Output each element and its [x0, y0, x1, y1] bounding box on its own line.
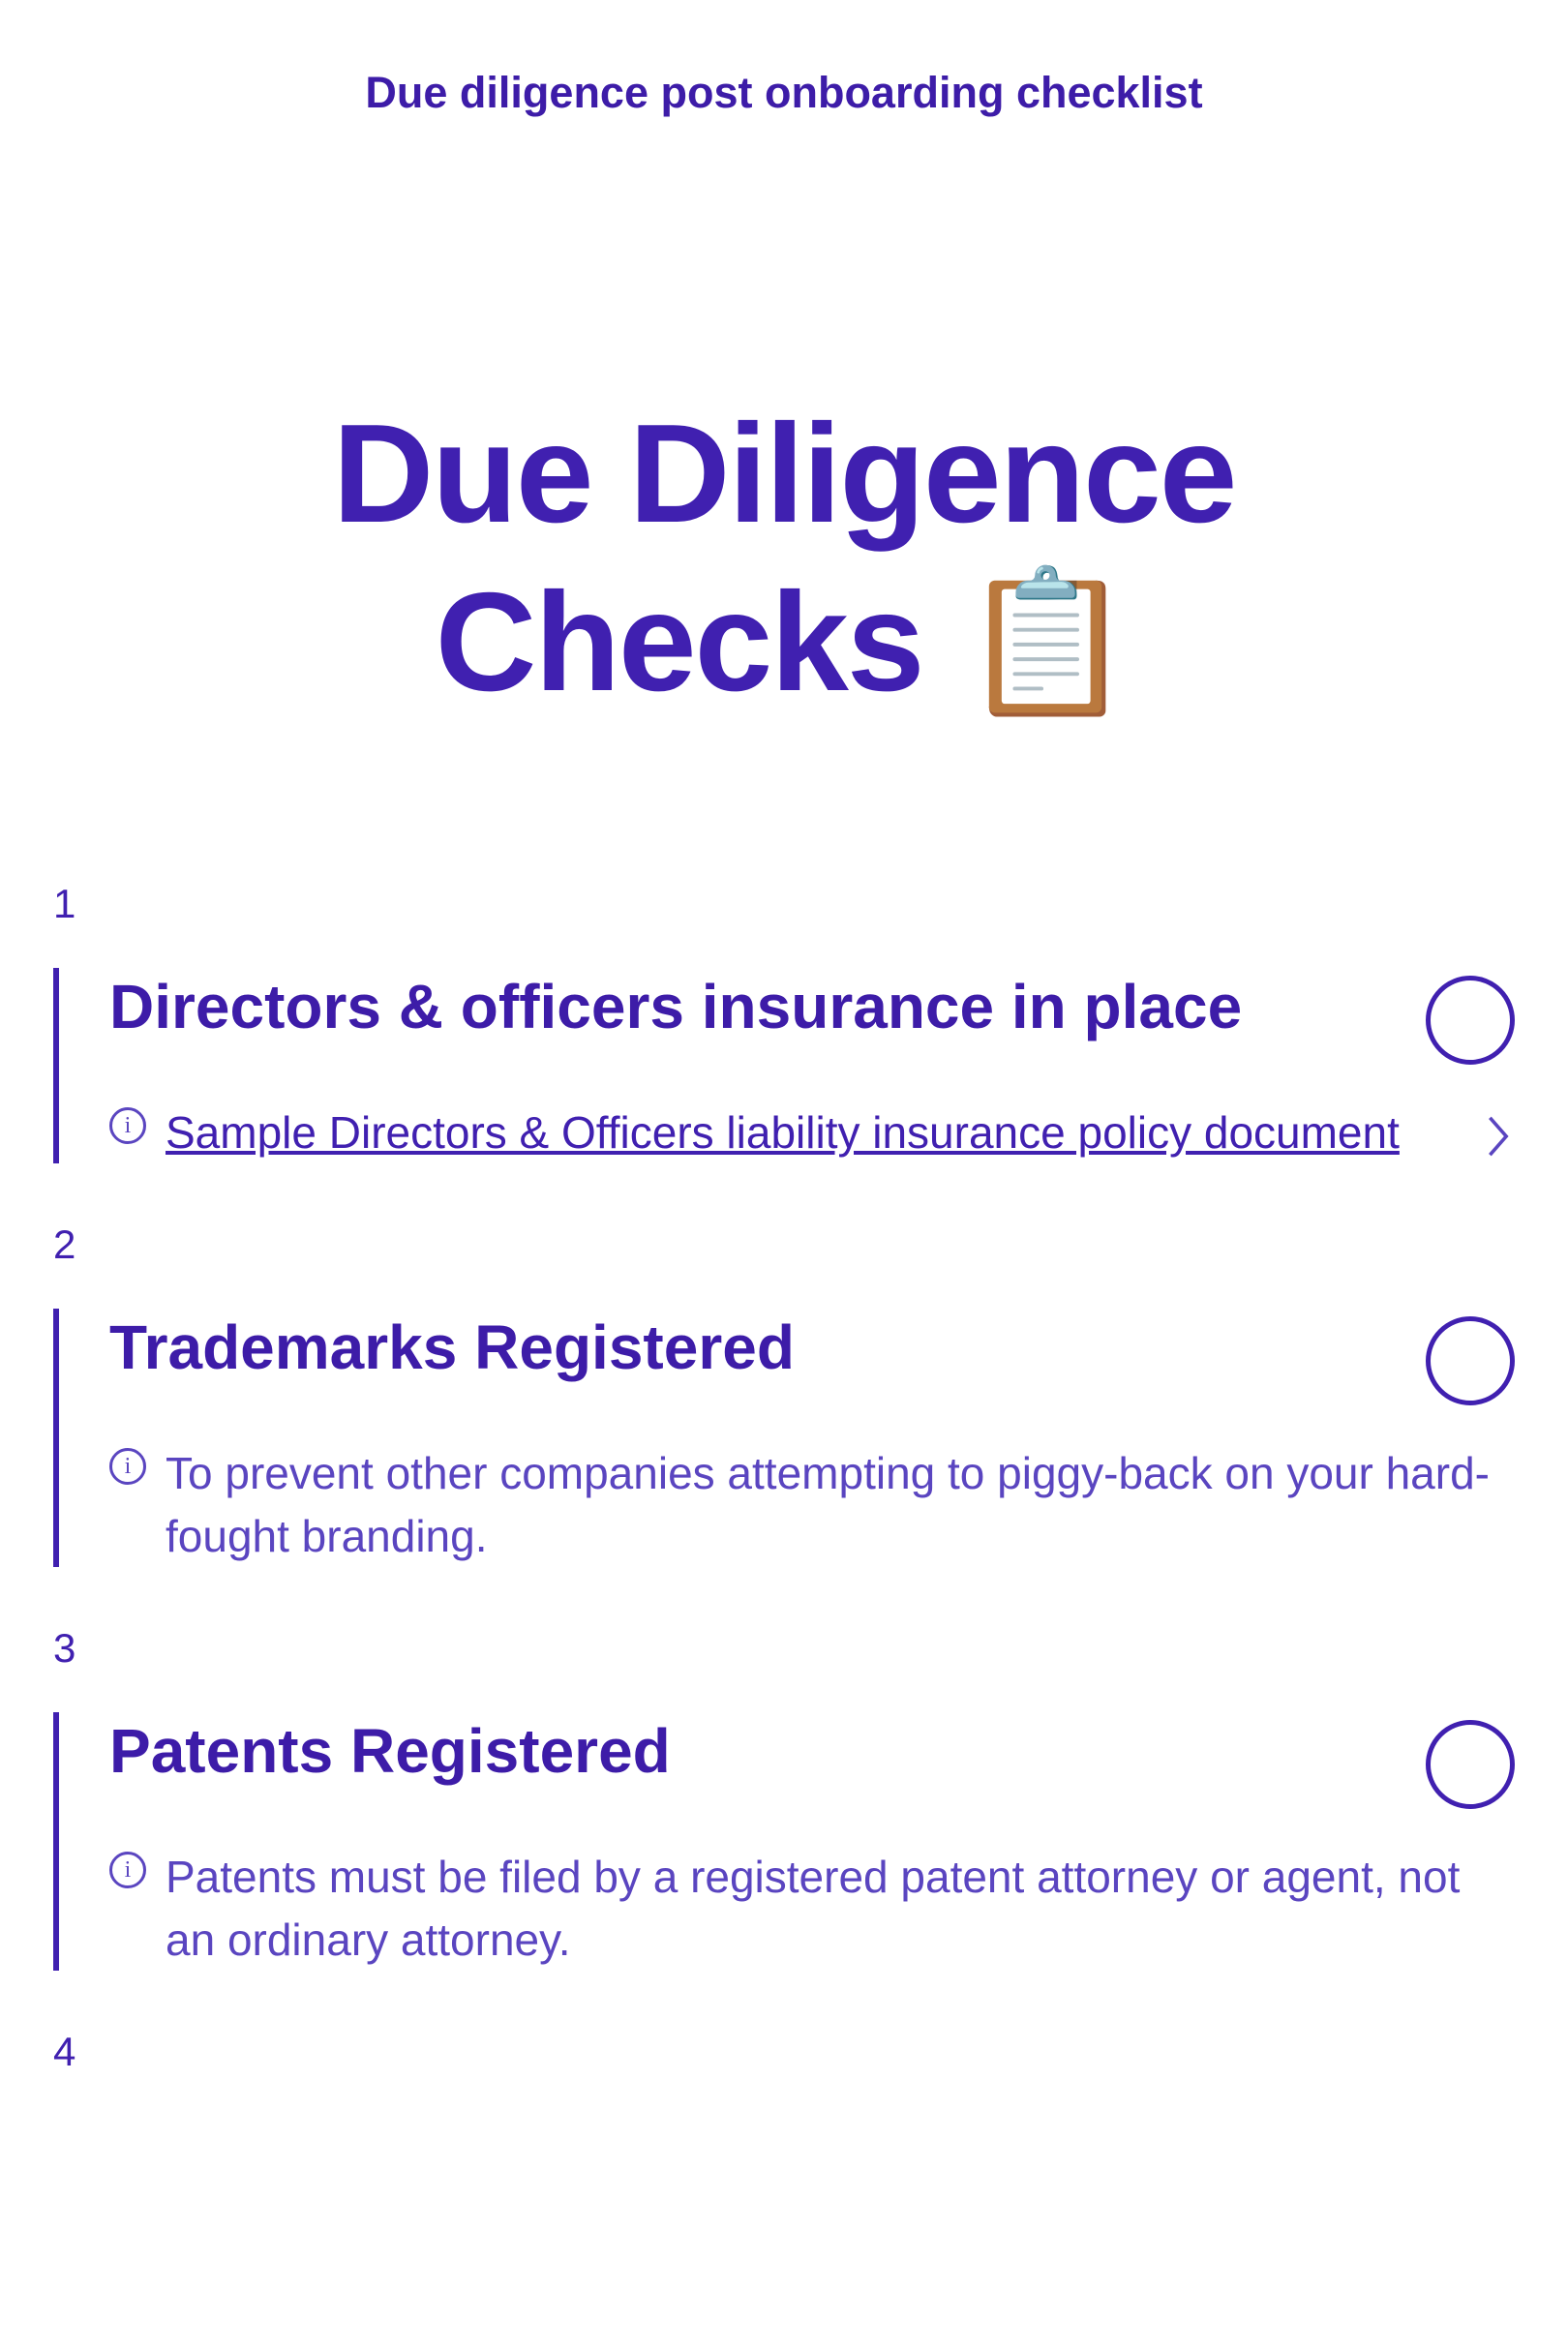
item-number: 1 — [53, 881, 1515, 927]
item-info-row: i Patents must be filed by a registered … — [109, 1846, 1515, 1971]
item-info-row: i To prevent other companies attempting … — [109, 1442, 1515, 1567]
info-icon-glyph: i — [125, 1113, 132, 1139]
checkbox-circle[interactable] — [1426, 976, 1515, 1065]
page-header: Due diligence post onboarding checklist — [0, 0, 1568, 118]
checklist-item: Patents Registered i Patents must be fil… — [53, 1712, 1515, 1971]
item-number: 2 — [53, 1221, 1515, 1268]
item-info-text: To prevent other companies attempting to… — [166, 1442, 1515, 1567]
chevron-right-icon — [1484, 1113, 1515, 1164]
item-number: 4 — [53, 2029, 1515, 2075]
item-number: 3 — [53, 1625, 1515, 1672]
info-icon-glyph: i — [125, 1857, 132, 1884]
item-title: Trademarks Registered — [109, 1309, 1387, 1386]
item-info-text: Patents must be filed by a registered pa… — [166, 1846, 1515, 1971]
info-icon: i — [109, 1448, 146, 1485]
item-header: Patents Registered — [109, 1712, 1515, 1809]
item-info-link[interactable]: Sample Directors & Officers liability in… — [166, 1101, 1515, 1163]
main-title-block: Due Diligence Checks 📋 — [0, 389, 1568, 726]
checkbox-circle[interactable] — [1426, 1720, 1515, 1809]
checkbox-circle[interactable] — [1426, 1316, 1515, 1405]
page-header-title: Due diligence post onboarding checklist — [0, 68, 1568, 118]
item-header: Directors & officers insurance in place — [109, 968, 1515, 1065]
info-icon-glyph: i — [125, 1454, 132, 1480]
main-title-text: Due Diligence Checks 📋 — [77, 389, 1491, 726]
item-title: Directors & officers insurance in place — [109, 968, 1387, 1045]
info-icon: i — [109, 1107, 146, 1144]
item-info-row[interactable]: i Sample Directors & Officers liability … — [109, 1101, 1515, 1163]
item-title: Patents Registered — [109, 1712, 1387, 1790]
checklist: 1 Directors & officers insurance in plac… — [0, 881, 1568, 2075]
info-icon: i — [109, 1852, 146, 1888]
item-header: Trademarks Registered — [109, 1309, 1515, 1405]
checklist-item: Trademarks Registered i To prevent other… — [53, 1309, 1515, 1567]
checklist-item: Directors & officers insurance in place … — [53, 968, 1515, 1163]
